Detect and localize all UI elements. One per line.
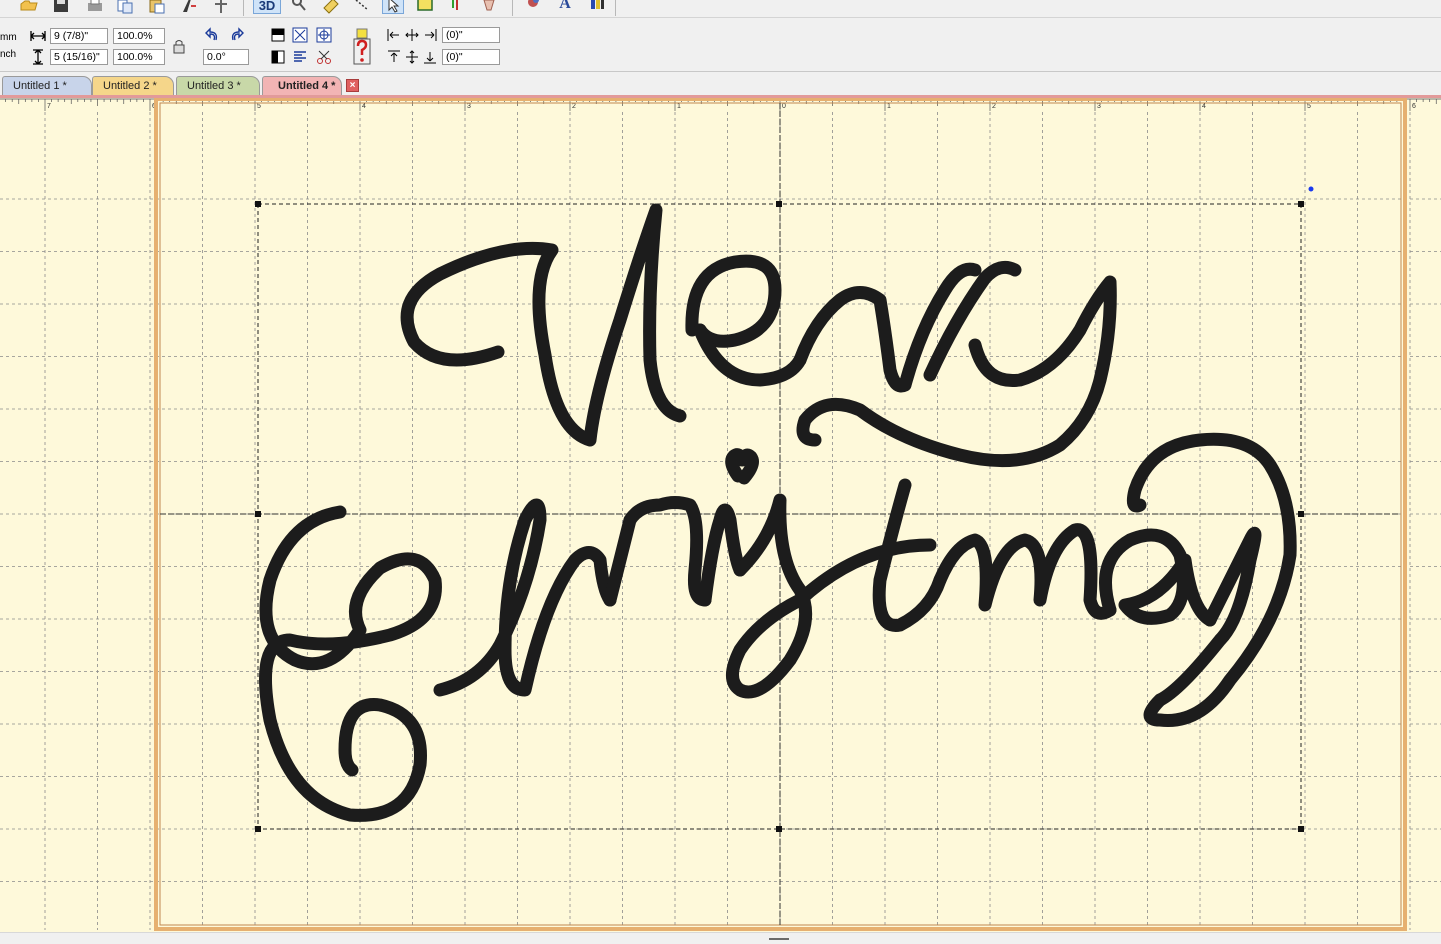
toolbar-separator <box>512 0 513 16</box>
flip-horizontal-icon[interactable] <box>269 48 287 66</box>
stitch-icon[interactable] <box>351 0 373 16</box>
align-bottom-icon[interactable] <box>421 48 439 66</box>
resize-handle-right[interactable] <box>1298 511 1304 517</box>
embroidery-design[interactable] <box>259 203 1297 822</box>
merry-lettering <box>400 203 1117 485</box>
height-icon <box>29 48 47 66</box>
scrollbar-grip[interactable] <box>769 938 789 940</box>
ruler-label: 4 <box>362 103 366 110</box>
3d-view-button[interactable]: 3D <box>253 0 281 14</box>
offset-x-input[interactable]: (0)" <box>442 27 500 43</box>
unit-inch-label[interactable]: nch <box>0 49 16 60</box>
align-right-icon[interactable] <box>421 26 439 44</box>
align-top-icon[interactable] <box>385 48 403 66</box>
align-left-icon[interactable] <box>385 26 403 44</box>
resize-handle-bottom-right[interactable] <box>1298 826 1304 832</box>
width-icon <box>29 27 47 45</box>
flip-vertical-icon[interactable] <box>269 26 287 44</box>
resize-handle-top-right[interactable] <box>1298 201 1304 207</box>
resize-handle-top[interactable] <box>776 201 782 207</box>
main-toolbar: 3D A <box>0 0 1441 18</box>
tab-untitled-3[interactable]: Untitled 3 * <box>176 76 260 95</box>
width-input[interactable]: 9 (7/8)" <box>50 28 108 44</box>
ruler-label: 6 <box>1412 103 1416 110</box>
cut-icon[interactable] <box>315 48 333 66</box>
fit-to-hoop-icon[interactable] <box>315 26 333 44</box>
height-input[interactable]: 5 (15/16)" <box>50 49 108 65</box>
tab-label: Untitled 2 * <box>103 80 157 92</box>
tab-label: Untitled 1 * <box>13 80 67 92</box>
hoop-icon[interactable] <box>414 0 436 16</box>
tab-untitled-1[interactable]: Untitled 1 * <box>2 76 92 95</box>
align-center-h-icon[interactable] <box>403 26 421 44</box>
unit-mm-label[interactable]: mm <box>0 32 17 43</box>
width-scale-input[interactable]: 100.0% <box>113 28 165 44</box>
ruler-label: 3 <box>467 103 471 110</box>
design-icon[interactable] <box>178 0 200 16</box>
ruler-label: 3 <box>1097 103 1101 110</box>
christmas-lettering <box>259 432 1297 822</box>
ruler-label: 1 <box>677 103 681 110</box>
resize-handle-bottom[interactable] <box>776 826 782 832</box>
pointer-icon[interactable] <box>382 0 404 14</box>
rotate-handle[interactable] <box>1308 186 1314 192</box>
ruler-label: 0 <box>782 103 786 110</box>
tab-label: Untitled 3 * <box>187 80 241 92</box>
properties-toolbar: mm nch 9 (7/8)" 5 (15/16)" 100.0% 100.0%… <box>0 18 1441 72</box>
rotation-input[interactable]: 0.0° <box>203 49 249 65</box>
ruler-label: 2 <box>572 103 576 110</box>
tab-untitled-2[interactable]: Untitled 2 * <box>92 76 174 95</box>
color-bar-icon[interactable] <box>586 0 608 16</box>
ruler-label: 5 <box>257 103 261 110</box>
3d-label: 3D <box>258 0 276 13</box>
copy-icon[interactable] <box>114 0 136 16</box>
tab-label: Untitled 4 * <box>278 80 336 92</box>
lettering-label: A <box>559 0 571 12</box>
align-center-v-icon[interactable] <box>403 48 421 66</box>
lettering-icon[interactable]: A <box>554 0 576 16</box>
paste-icon[interactable] <box>146 0 168 16</box>
needle-icon[interactable] <box>446 0 468 16</box>
resize-handle-left[interactable] <box>255 511 261 517</box>
magnify-icon[interactable] <box>288 0 310 16</box>
lock-ratio-icon[interactable] <box>170 37 188 55</box>
ruler-label: 5 <box>1307 103 1311 110</box>
design-canvas[interactable]: 76543210123456 <box>0 98 1441 932</box>
align-icon[interactable] <box>291 48 309 66</box>
horizontal-scrollbar[interactable] <box>0 932 1441 944</box>
resize-handle-top-left[interactable] <box>255 201 261 207</box>
split-icon[interactable] <box>210 0 232 16</box>
ruler-label: 1 <box>887 103 891 110</box>
toolbar-separator <box>243 0 244 16</box>
center-icon[interactable] <box>291 26 309 44</box>
ruler-label: 2 <box>992 103 996 110</box>
measure-icon[interactable] <box>320 0 342 16</box>
ruler-label: 7 <box>47 103 51 110</box>
color-icon[interactable] <box>522 0 544 16</box>
toolbar-separator <box>615 0 616 16</box>
close-icon[interactable]: × <box>346 79 359 92</box>
rotate-left-icon[interactable] <box>203 26 221 44</box>
rotate-right-icon[interactable] <box>228 26 246 44</box>
resize-handle-bottom-left[interactable] <box>255 826 261 832</box>
open-folder-icon[interactable] <box>18 0 40 16</box>
ruler-label: 4 <box>1202 103 1206 110</box>
save-icon[interactable] <box>50 0 72 16</box>
help-icon[interactable] <box>352 28 372 66</box>
offset-y-input[interactable]: (0)" <box>442 49 500 65</box>
tab-untitled-4[interactable]: Untitled 4 * × <box>262 76 359 95</box>
height-scale-input[interactable]: 100.0% <box>113 49 165 65</box>
thread-icon[interactable] <box>478 0 500 16</box>
print-icon[interactable] <box>84 0 106 16</box>
